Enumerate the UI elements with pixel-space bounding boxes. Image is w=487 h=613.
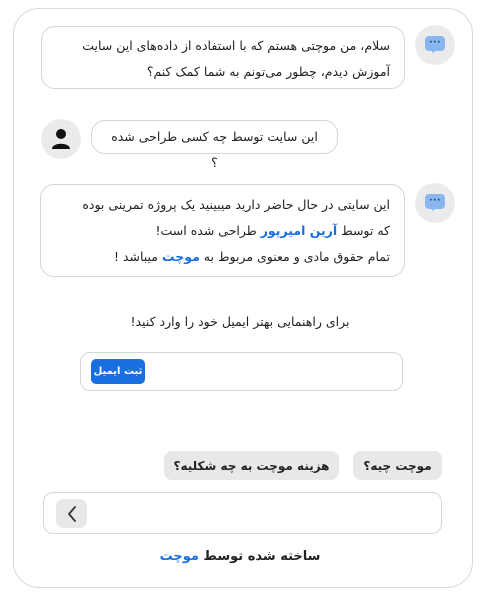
chat-bubble-dots-icon: ···: [425, 194, 445, 212]
bot-avatar: ···: [415, 183, 455, 223]
bot-message-answer: این سایتی در حال حاضر دارید میبینید یک پ…: [40, 184, 405, 277]
text-fragment: تمام حقوق مادی و معنوی مربوط به: [199, 249, 390, 264]
message-line: تمام حقوق مادی و معنوی مربوط به موچت میب…: [55, 244, 390, 270]
email-prompt-text: برای راهنمایی بهتر ایمیل خود را وارد کنی…: [130, 314, 350, 329]
message-line: آموزش دیدم، چطور می‌تونم به شما کمک کنم؟: [146, 64, 390, 79]
chat-input-bar: [43, 492, 442, 534]
chevron-left-icon: [67, 505, 76, 522]
powered-by-footer: ساخته شده توسط موچت: [60, 549, 420, 564]
email-form: ثبت ایمیل: [80, 352, 403, 391]
chat-bubble-dots-icon: ···: [425, 36, 445, 54]
message-line: سلام، من موچتی هستم که با استفاده از داد…: [82, 38, 390, 53]
message-line: این سایتی در حال حاضر دارید میبینید یک پ…: [82, 197, 390, 212]
send-button[interactable]: [56, 499, 87, 528]
brand-link[interactable]: موچت: [162, 249, 200, 264]
user-avatar-icon: [52, 129, 70, 149]
text-fragment: میباشد !: [113, 249, 162, 264]
message-line: که توسط آرین امیرپور طراحی شده است!: [55, 218, 390, 244]
text-fragment: طراحی شده است!: [155, 223, 261, 238]
footer-brand-link[interactable]: موچت: [160, 549, 199, 564]
user-message: این سایت توسط چه کسی طراحی شده ؟: [91, 120, 338, 170]
bot-avatar: ···: [415, 25, 455, 65]
suggestion-chip-pricing[interactable]: هزینه موچت به چه شکلیه؟: [164, 451, 339, 480]
user-avatar: [41, 119, 81, 159]
email-input[interactable]: [151, 358, 396, 385]
submit-email-button[interactable]: ثبت ایمیل: [91, 359, 145, 384]
footer-prefix: ساخته شده توسط: [198, 549, 321, 564]
designer-link[interactable]: آرین امیرپور: [261, 223, 337, 238]
suggestion-chip-what-is-mochat[interactable]: موچت چیه؟: [353, 451, 442, 480]
text-fragment: که توسط: [337, 223, 390, 238]
bot-message-greeting: سلام، من موچتی هستم که با استفاده از داد…: [41, 26, 405, 89]
chat-message-input[interactable]: [94, 499, 432, 527]
